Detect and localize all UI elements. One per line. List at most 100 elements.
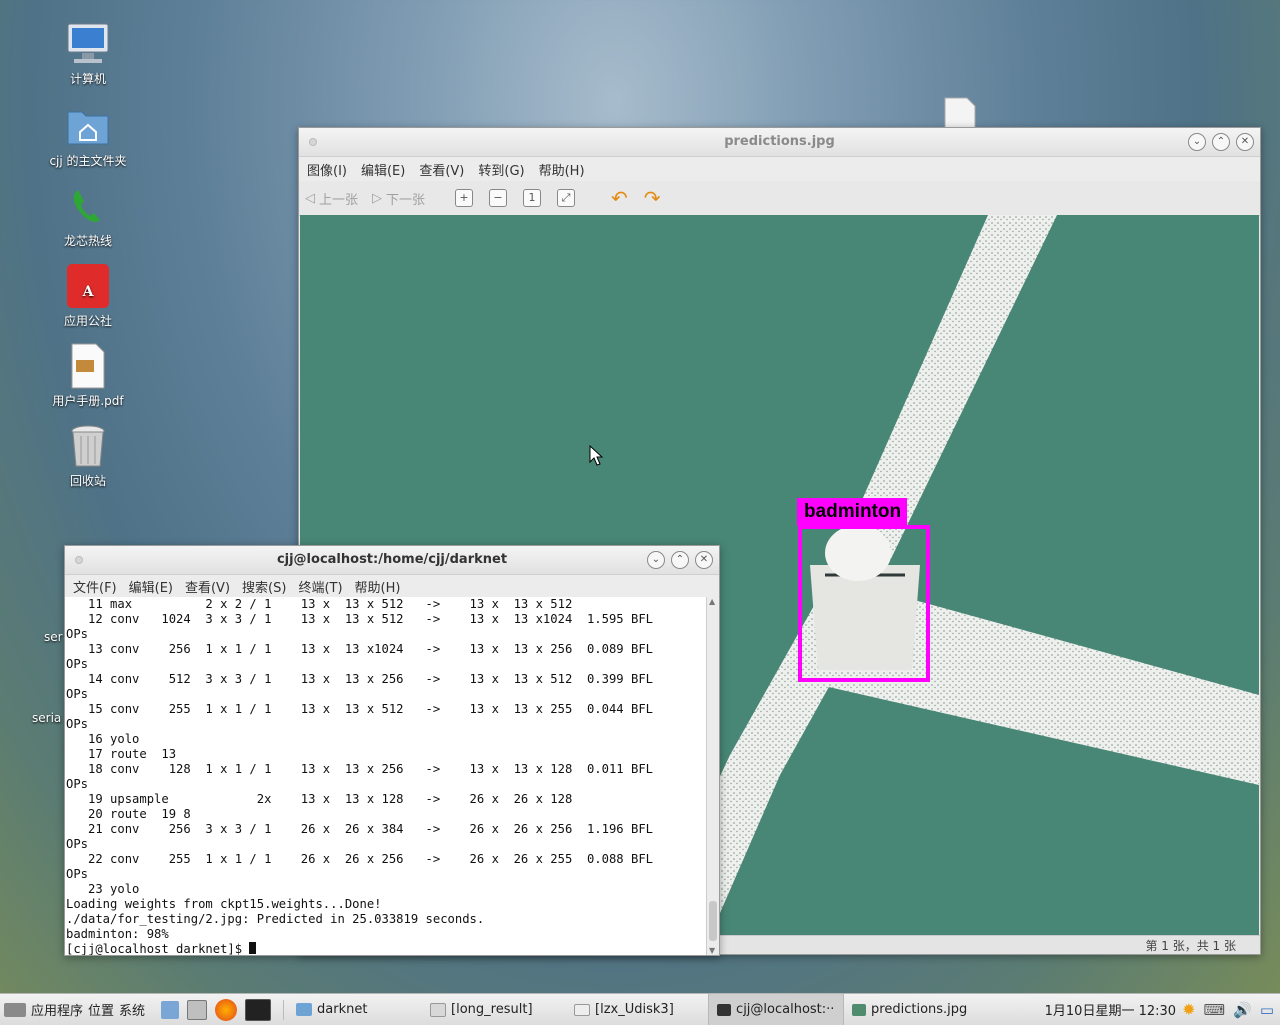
trash-icon	[64, 422, 112, 470]
desktop-icon-manual[interactable]: 用户手册.pdf	[33, 342, 143, 409]
scroll-down-icon[interactable]: ▼	[709, 946, 715, 955]
scroll-up-icon[interactable]: ▲	[709, 597, 715, 606]
task-predictions[interactable]: predictions.jpg	[844, 994, 986, 1025]
taskbar: 应用程序 位置 系统 darknet [long_result] [lzx_Ud…	[0, 993, 1280, 1025]
desktop-icon-label: cjj 的主文件夹	[49, 154, 127, 168]
mouse-pointer-icon	[589, 444, 604, 471]
terminal-line: 13 conv 256 1 x 1 / 1 13 x 13 x1024 -> 1…	[66, 642, 653, 656]
terminal-line: OPs	[66, 657, 89, 671]
terminal-titlebar[interactable]: cjj@localhost:/home/cjj/darknet ⌄ ⌃ ✕	[65, 546, 719, 575]
apps-menu-icon[interactable]	[4, 1002, 26, 1017]
close-button[interactable]: ✕	[695, 551, 713, 569]
menu-help[interactable]: 帮助(H)	[355, 577, 401, 596]
terminal-menubar: 文件(F) 编辑(E) 查看(V) 搜索(S) 终端(T) 帮助(H)	[65, 575, 719, 597]
minimize-button[interactable]: ⌄	[1188, 133, 1206, 151]
terminal-line: 12 conv 1024 3 x 3 / 1 13 x 13 x 512 -> …	[66, 612, 653, 626]
file-manager-icon[interactable]	[161, 1000, 180, 1019]
task-label: [lzx_Udisk3]	[595, 1002, 674, 1017]
terminal-line: 14 conv 512 3 x 3 / 1 13 x 13 x 256 -> 1…	[66, 672, 653, 686]
image-viewer-icon	[852, 1003, 867, 1016]
arrow-left-icon: ◁	[305, 190, 315, 206]
keyboard-icon[interactable]: ⌨	[1203, 1001, 1225, 1019]
maximize-button[interactable]: ⌃	[671, 551, 689, 569]
desktop-file-icon[interactable]	[943, 96, 977, 131]
zoom-out-icon[interactable]: −	[489, 189, 508, 207]
menu-terminal[interactable]: 终端(T)	[298, 577, 342, 596]
terminal-line: 21 conv 256 3 x 3 / 1 26 x 26 x 384 -> 2…	[66, 822, 653, 836]
task-darknet[interactable]: darknet	[288, 994, 422, 1025]
terminal-line: 17 route 13	[66, 747, 177, 761]
terminal-line: 16 yolo	[66, 732, 140, 746]
terminal-line: OPs	[66, 627, 89, 641]
rotate-right-icon[interactable]: ↷	[644, 186, 661, 210]
viewer-title: predictions.jpg	[724, 134, 835, 149]
archive-icon[interactable]	[187, 999, 208, 1020]
terminal-line: 19 upsample 2x 13 x 13 x 128 -> 26 x 26 …	[66, 792, 573, 806]
terminal-scrollbar[interactable]: ▲ ▼	[706, 597, 719, 955]
terminal-line: OPs	[66, 717, 89, 731]
task-label: darknet	[317, 1002, 368, 1017]
volume-icon[interactable]: 🔊	[1233, 1001, 1252, 1019]
terminal-output[interactable]: 11 max 2 x 2 / 1 13 x 13 x 512 -> 13 x 1…	[65, 597, 707, 955]
taskbar-menus: 应用程序 位置 系统	[0, 994, 153, 1025]
menu-edit[interactable]: 编辑(E)	[129, 577, 173, 596]
terminal-title: cjj@localhost:/home/cjj/darknet	[276, 552, 508, 567]
svg-text:A: A	[82, 284, 95, 300]
terminal-line: OPs	[66, 867, 89, 881]
desktop-icon-app-store[interactable]: A 应用公社	[33, 262, 143, 329]
task-long-result[interactable]: [long_result]	[422, 994, 566, 1025]
prev-image-button[interactable]: ◁ 上一张	[305, 189, 358, 208]
network-icon[interactable]: ▭	[1260, 1001, 1274, 1019]
rotate-left-icon[interactable]: ↶	[611, 186, 628, 210]
maximize-button[interactable]: ⌃	[1212, 133, 1230, 151]
text-cursor	[249, 942, 257, 954]
menu-view[interactable]: 查看(V)	[185, 577, 230, 596]
zoom-in-icon[interactable]: +	[455, 189, 474, 207]
system-tray: ✹ ⌨ 🔊 ▭	[1182, 1000, 1280, 1019]
close-button[interactable]: ✕	[1236, 133, 1254, 151]
desktop-icon-label: 回收站	[69, 474, 106, 488]
menu-file[interactable]: 文件(F)	[73, 577, 117, 596]
terminal-line: 11 max 2 x 2 / 1 13 x 13 x 512 -> 13 x 1…	[66, 597, 573, 611]
fit-window-icon[interactable]: ⤢	[557, 189, 576, 207]
terminal-window[interactable]: cjj@localhost:/home/cjj/darknet ⌄ ⌃ ✕ 文件…	[64, 545, 720, 956]
terminal-line: 15 conv 255 1 x 1 / 1 13 x 13 x 512 -> 1…	[66, 702, 653, 716]
minimize-button[interactable]: ⌄	[647, 551, 665, 569]
actual-size-icon[interactable]: 1	[523, 189, 542, 207]
terminal-line: Loading weights from ckpt15.weights...Do…	[66, 897, 382, 911]
menu-help[interactable]: 帮助(H)	[539, 160, 585, 179]
desktop-icon-label: 应用公社	[63, 314, 112, 328]
viewer-titlebar[interactable]: predictions.jpg ⌄ ⌃ ✕	[299, 128, 1260, 157]
drive-icon	[574, 1003, 591, 1016]
menu-view[interactable]: 查看(V)	[419, 160, 464, 179]
computer-icon	[64, 20, 112, 68]
home-folder-icon	[64, 102, 112, 150]
desktop-icon-trash[interactable]: 回收站	[33, 422, 143, 489]
menu-places[interactable]: 位置	[88, 1000, 114, 1019]
taskbar-separator	[283, 999, 285, 1020]
menu-edit[interactable]: 编辑(E)	[361, 160, 405, 179]
menu-search[interactable]: 搜索(S)	[242, 577, 286, 596]
next-image-button[interactable]: ▷ 下一张	[372, 189, 425, 208]
task-lzx-udisk[interactable]: [lzx_Udisk3]	[566, 994, 708, 1025]
arrow-right-icon: ▷	[372, 190, 383, 206]
menu-image[interactable]: 图像(I)	[307, 160, 347, 179]
task-terminal[interactable]: cjj@localhost:··	[708, 994, 845, 1025]
terminal-line: 20 route 19 8	[66, 807, 191, 821]
task-label: predictions.jpg	[871, 1002, 968, 1017]
firefox-icon[interactable]	[215, 998, 238, 1021]
clock[interactable]: 1月10日星期一 12:30	[1045, 1000, 1182, 1019]
viewer-toolbar: ◁ 上一张 ▷ 下一张 + − 1 ⤢ ↶ ↷	[299, 181, 1260, 216]
scrollbar-thumb[interactable]	[709, 901, 717, 941]
sun-icon[interactable]: ✹	[1182, 1000, 1195, 1019]
desktop-icon-computer[interactable]: 计算机	[33, 20, 143, 87]
menu-system[interactable]: 系统	[119, 1000, 145, 1019]
terminal-icon[interactable]	[245, 998, 272, 1021]
task-label: [long_result]	[451, 1002, 533, 1017]
menu-goto[interactable]: 转到(G)	[478, 160, 524, 179]
menu-applications[interactable]: 应用程序	[31, 1000, 83, 1019]
desktop-icon-home[interactable]: cjj 的主文件夹	[33, 102, 143, 169]
desktop-icon-hotline[interactable]: 龙芯热线	[33, 182, 143, 249]
quick-launch	[153, 994, 279, 1025]
terminal-prompt[interactable]: [cjj@localhost darknet]$	[66, 942, 707, 955]
